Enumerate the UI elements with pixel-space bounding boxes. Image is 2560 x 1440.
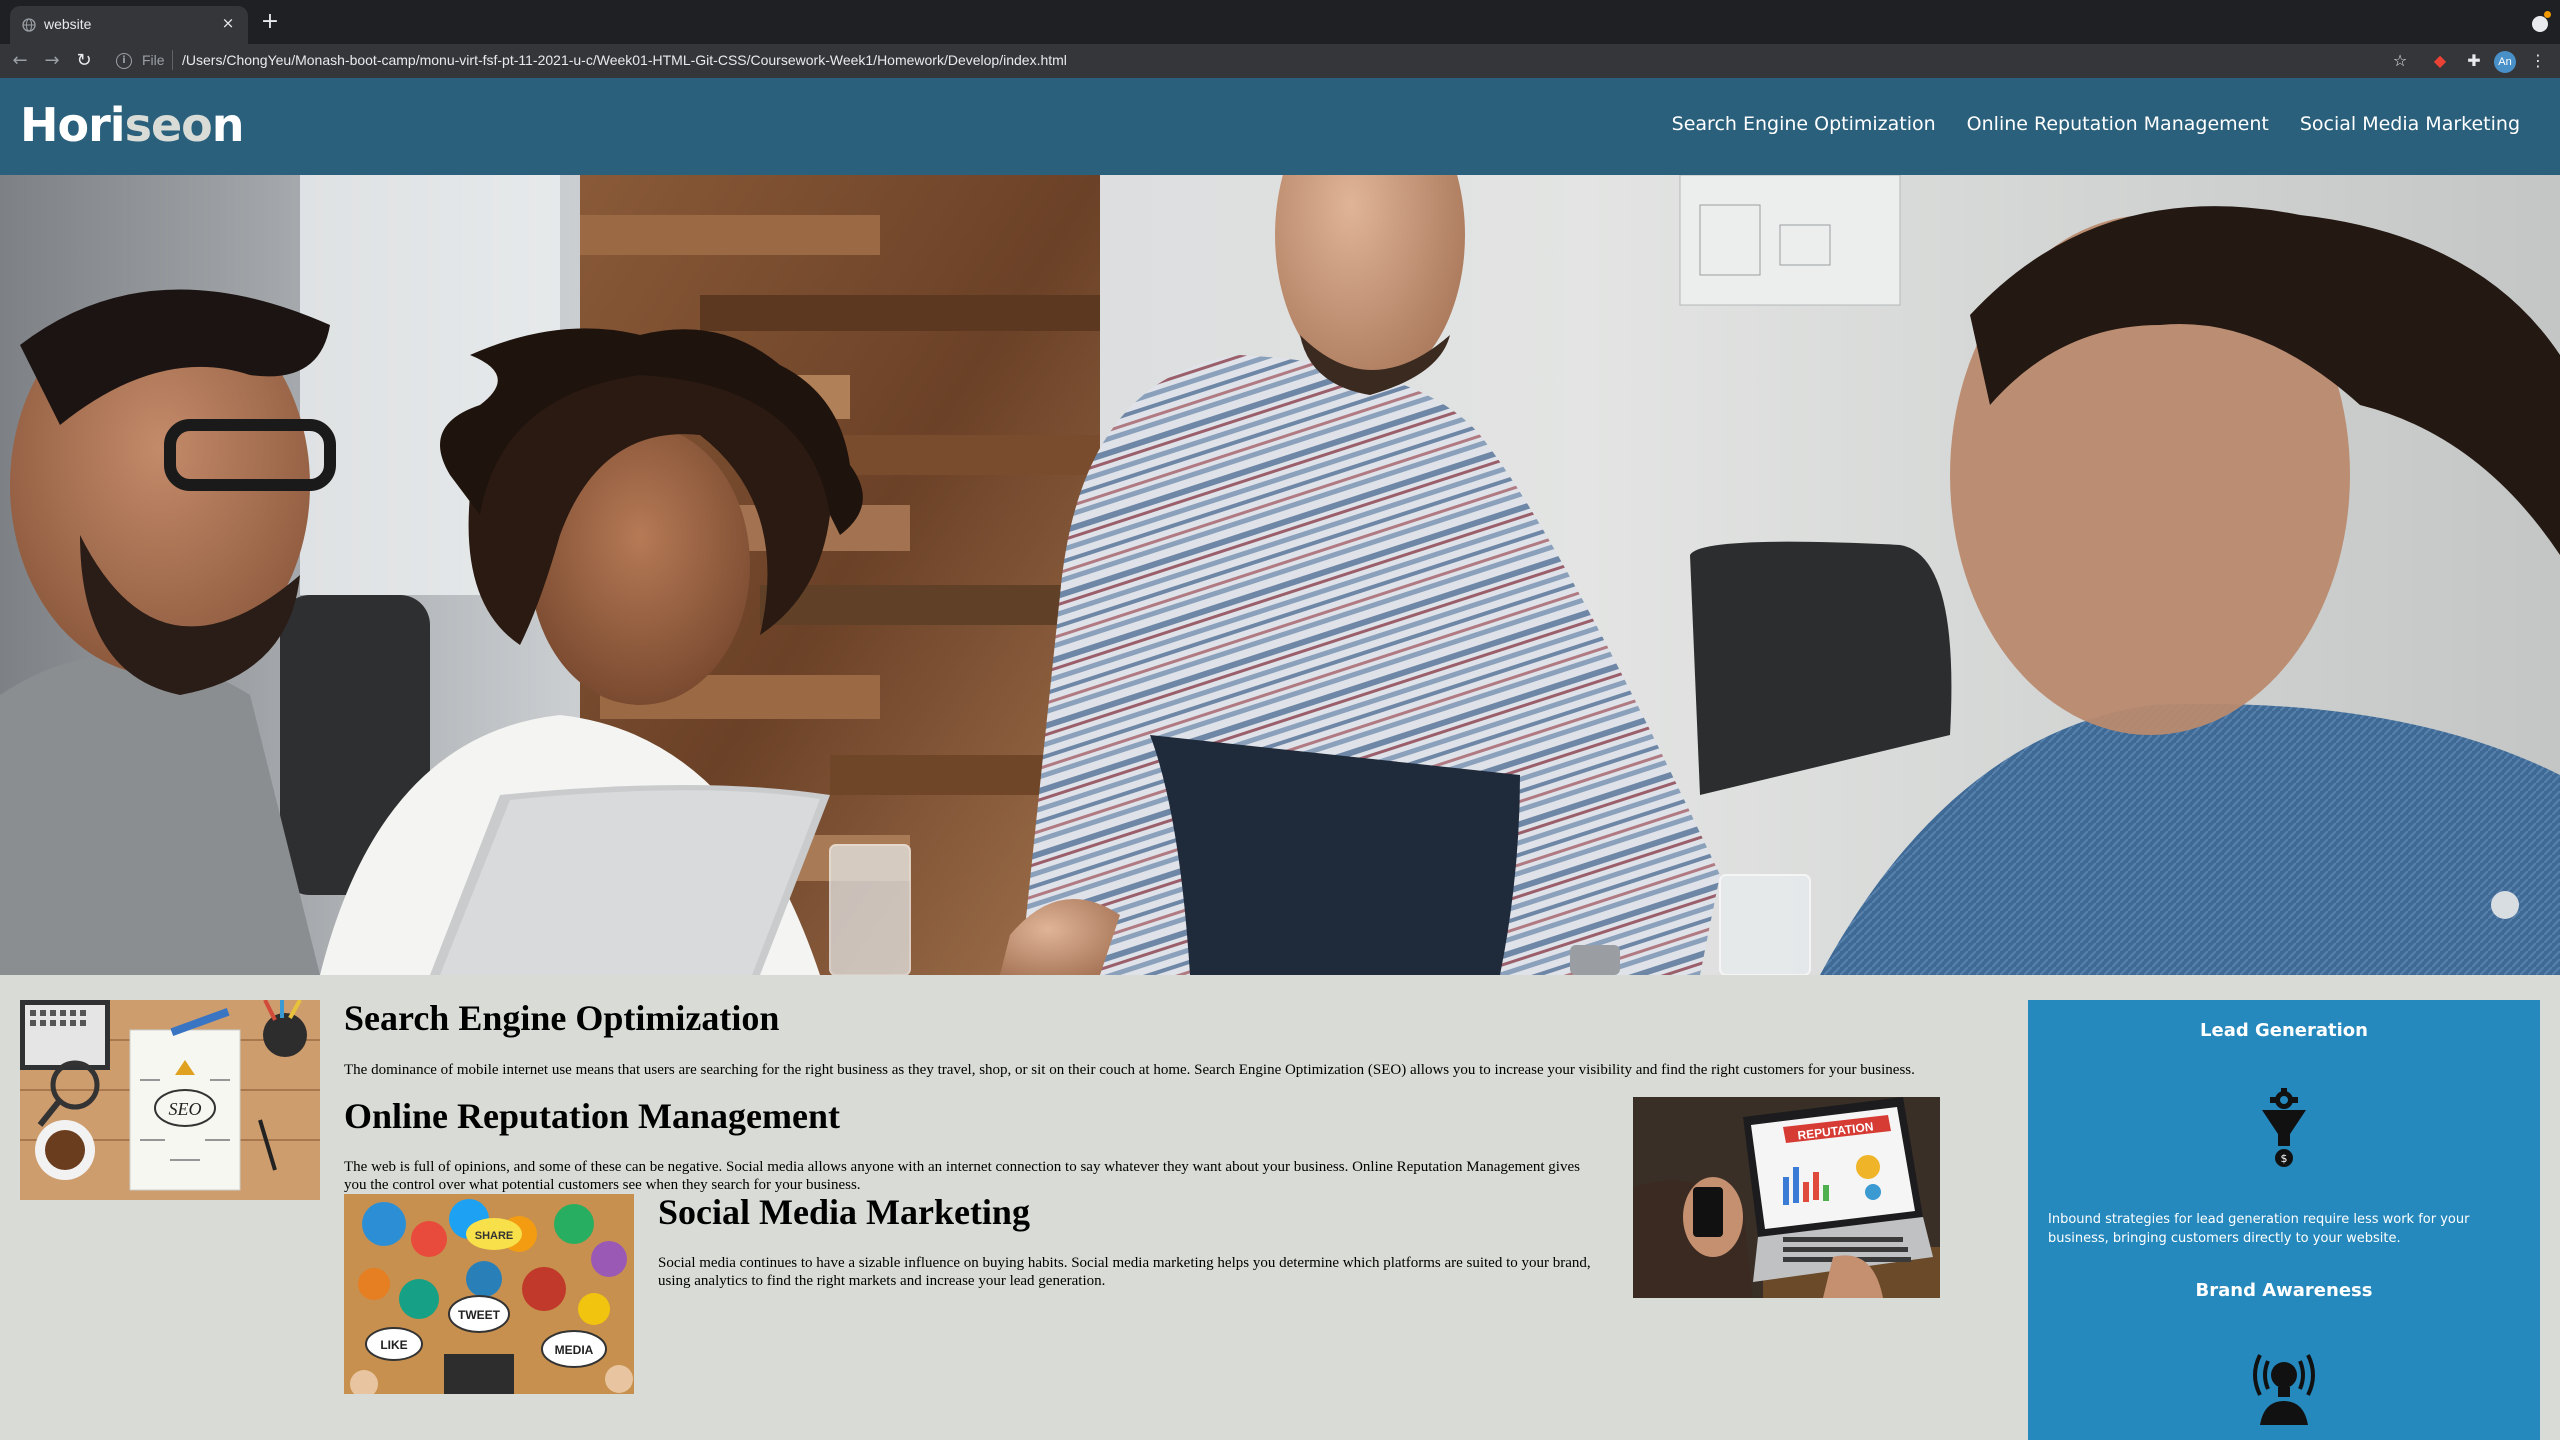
new-tab-button[interactable]: + xyxy=(258,10,282,34)
reputation-laptop-illustration: REPUTATION xyxy=(1633,1097,1940,1298)
article-title-smm: Social Media Marketing xyxy=(658,1192,1030,1232)
logo-end: n xyxy=(211,98,245,152)
media-image-text: MEDIA xyxy=(555,1343,594,1357)
article-body-orm: The web is full of opinions, and some of… xyxy=(344,1159,1580,1193)
browser-tab[interactable]: website × xyxy=(10,6,248,44)
reload-icon[interactable]: ↻ xyxy=(72,49,96,73)
aside-body-lead-generation: Inbound strategies for lead generation r… xyxy=(2048,1212,2470,1246)
svg-text:$: $ xyxy=(2281,1152,2288,1165)
lightbulb-broadcast-icon xyxy=(2253,1354,2315,1425)
share-image-text: SHARE xyxy=(475,1230,514,1242)
forward-arrow-icon[interactable]: → xyxy=(40,49,64,73)
logo-main: Hori xyxy=(20,98,126,152)
seo-image: SEO xyxy=(20,1000,320,1200)
site-header: Horiseon Search Engine Optimization Onli… xyxy=(0,78,2560,175)
nav-link-seo[interactable]: Search Engine Optimization xyxy=(1672,113,1936,135)
main-nav: Search Engine Optimization Online Reputa… xyxy=(1672,113,2520,135)
extension-icon[interactable]: ◆ xyxy=(2428,49,2452,73)
address-bar[interactable]: i File /Users/ChongYeu/Monash-boot-camp/… xyxy=(108,47,2408,75)
benefits-aside: Lead Generation $ Inbound strategies for… xyxy=(2028,1000,2540,1440)
aside-title-lead-generation: Lead Generation xyxy=(2200,1020,2368,1041)
avatar[interactable]: An xyxy=(2494,51,2516,73)
aside-title-brand-awareness: Brand Awareness xyxy=(2195,1280,2373,1301)
puzzle-icon[interactable]: ✚ xyxy=(2462,49,2486,73)
hero-photo-illustration xyxy=(0,175,2560,975)
url-divider xyxy=(172,50,173,70)
nav-link-orm[interactable]: Online Reputation Management xyxy=(1967,113,2269,135)
profile-indicator-icon[interactable] xyxy=(2532,11,2551,32)
tweet-image-text: TWEET xyxy=(458,1308,501,1322)
info-icon[interactable]: i xyxy=(116,53,132,69)
article-body-seo: The dominance of mobile internet use mea… xyxy=(344,1062,1915,1078)
like-image-text: LIKE xyxy=(380,1338,407,1352)
logo-accent: seo xyxy=(124,98,213,152)
funnel-gear-icon: $ xyxy=(2262,1088,2306,1167)
back-arrow-icon[interactable]: ← xyxy=(8,49,32,73)
url-scheme-label: File xyxy=(142,52,165,68)
globe-icon xyxy=(22,18,36,32)
content-area: SEO Search Engine Optimization The domin… xyxy=(0,975,2000,1440)
article-body-smm: Social media continues to have a sizable… xyxy=(658,1255,1591,1289)
hero-image xyxy=(0,175,2560,975)
tab-title: website xyxy=(44,16,92,32)
nav-link-smm[interactable]: Social Media Marketing xyxy=(2300,113,2520,135)
article-title-orm: Online Reputation Management xyxy=(344,1096,841,1136)
site-logo[interactable]: Horiseon xyxy=(20,98,244,152)
seo-image-text: SEO xyxy=(169,1099,202,1119)
browser-toolbar: ← → ↻ i File /Users/ChongYeu/Monash-boot… xyxy=(0,44,2560,78)
reputation-image: REPUTATION xyxy=(1633,1097,1940,1298)
social-media-image: SHARE TWEET LIKE MEDIA xyxy=(344,1194,634,1394)
kebab-menu-icon[interactable]: ⋮ xyxy=(2526,49,2550,73)
seo-desk-illustration: SEO xyxy=(20,1000,320,1200)
star-icon[interactable]: ☆ xyxy=(2388,49,2412,73)
tab-close-icon[interactable]: × xyxy=(218,13,238,33)
url-text[interactable]: /Users/ChongYeu/Monash-boot-camp/monu-vi… xyxy=(182,52,1067,68)
browser-tabstrip: website × + xyxy=(0,0,2560,44)
article-title-seo: Search Engine Optimization xyxy=(344,998,780,1038)
social-media-illustration: SHARE TWEET LIKE MEDIA xyxy=(344,1194,634,1394)
